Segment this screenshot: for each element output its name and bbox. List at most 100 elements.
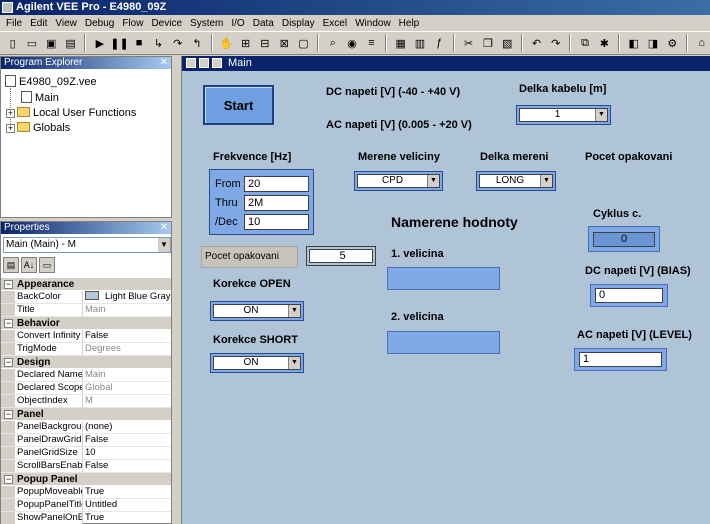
instrument-icon[interactable]: ⊞: [237, 34, 254, 52]
menu-excel[interactable]: Excel: [319, 18, 351, 29]
bug-icon[interactable]: ✱: [596, 34, 613, 52]
menu-file[interactable]: File: [2, 18, 26, 29]
collapse-icon[interactable]: −: [4, 475, 13, 484]
category-popup-panel[interactable]: − Popup Panel: [1, 473, 171, 486]
category-appearance[interactable]: − Appearance: [1, 278, 171, 291]
hand-icon[interactable]: ✋: [218, 34, 235, 52]
menu-flow[interactable]: Flow: [118, 18, 147, 29]
formula-icon[interactable]: ƒ: [431, 34, 448, 52]
stop-icon[interactable]: ■: [130, 34, 147, 52]
object-selector[interactable]: Main (Main) - M ▼: [3, 237, 171, 253]
collapse-icon[interactable]: −: [4, 319, 13, 328]
property-row[interactable]: Declared Name Main: [1, 369, 171, 382]
property-row[interactable]: PopupMoveable True: [1, 486, 171, 499]
align-icon[interactable]: ⧉: [576, 34, 593, 52]
chevron-down-icon[interactable]: ▼: [427, 175, 439, 187]
categorized-icon[interactable]: ▤: [3, 257, 19, 273]
start-button[interactable]: Start: [203, 85, 274, 125]
property-row[interactable]: PopupPanelTitle Untitled: [1, 499, 171, 512]
category-behavior[interactable]: − Behavior: [1, 317, 171, 330]
watch-icon[interactable]: ◉: [343, 34, 360, 52]
property-row[interactable]: ScrollBarsEnable False: [1, 460, 171, 473]
zoom-icon[interactable]: ⌕: [324, 34, 341, 52]
alphabetical-icon[interactable]: A↓: [21, 257, 37, 273]
menu-data[interactable]: Data: [249, 18, 278, 29]
property-row[interactable]: Title Main: [1, 304, 171, 317]
menu-display[interactable]: Display: [278, 18, 319, 29]
category-design[interactable]: − Design: [1, 356, 171, 369]
measurement-length-select[interactable]: LONG ▼: [476, 171, 556, 191]
ac-level-field[interactable]: 1: [579, 352, 662, 367]
expand-icon[interactable]: +: [6, 109, 15, 118]
from-field[interactable]: 20: [244, 176, 309, 192]
close-icon[interactable]: ✕: [160, 57, 168, 69]
property-row[interactable]: PanelDrawGrid False: [1, 434, 171, 447]
step-over-icon[interactable]: ↷: [169, 34, 186, 52]
panel-view-icon[interactable]: ◧: [625, 34, 642, 52]
property-row[interactable]: BackColor Light Blue Gray: [1, 291, 171, 304]
new-icon[interactable]: ▯: [4, 34, 21, 52]
print-icon[interactable]: ▤: [62, 34, 79, 52]
undo-icon[interactable]: ↶: [528, 34, 545, 52]
tree-item-local-user-functions[interactable]: + Local User Functions: [6, 107, 136, 119]
collapse-icon[interactable]: −: [4, 280, 13, 289]
dec-field[interactable]: 10: [244, 214, 309, 230]
variable-icon[interactable]: ≡: [363, 34, 380, 52]
open-icon[interactable]: ▭: [23, 34, 40, 52]
chevron-down-icon[interactable]: ▼: [157, 238, 170, 252]
copy-icon[interactable]: ❐: [479, 34, 496, 52]
menu-edit[interactable]: Edit: [26, 18, 51, 29]
repeat-count-field[interactable]: 5: [309, 249, 373, 263]
save-icon[interactable]: ▣: [43, 34, 60, 52]
paste-icon[interactable]: ▧: [499, 34, 516, 52]
property-row[interactable]: TrigMode Degrees: [1, 343, 171, 356]
menu-device[interactable]: Device: [147, 18, 186, 29]
chevron-down-icon[interactable]: ▼: [288, 305, 300, 317]
panel-view-icon[interactable]: [186, 58, 196, 68]
short-correction-select[interactable]: ON ▼: [210, 353, 304, 373]
property-row[interactable]: Convert Infinity t False: [1, 330, 171, 343]
property-row[interactable]: PanelGridSize 10: [1, 447, 171, 460]
chevron-down-icon[interactable]: ▼: [540, 175, 552, 187]
collapse-icon[interactable]: −: [4, 410, 13, 419]
window-menu-icon[interactable]: [212, 58, 222, 68]
measured-quantities-select[interactable]: CPD ▼: [354, 171, 443, 191]
menu-system[interactable]: System: [186, 18, 227, 29]
thru-field[interactable]: 2M: [244, 195, 309, 211]
property-row[interactable]: ShowPanelOnE True: [1, 512, 171, 524]
panel-icon[interactable]: ▥: [411, 34, 428, 52]
detail-view-icon[interactable]: [199, 58, 209, 68]
pause-icon[interactable]: ❚❚: [110, 34, 128, 52]
property-pages-icon[interactable]: ▭: [39, 257, 55, 273]
tree-root[interactable]: E4980_09Z.vee: [5, 75, 97, 88]
collapse-icon[interactable]: −: [4, 358, 13, 367]
chevron-down-icon[interactable]: ▼: [595, 109, 607, 121]
close-icon[interactable]: ✕: [160, 222, 168, 234]
category-panel[interactable]: − Panel: [1, 408, 171, 421]
property-row[interactable]: PanelBackgrour (none): [1, 421, 171, 434]
tree-item-main[interactable]: Main: [21, 91, 59, 104]
cable-length-select[interactable]: 1 ▼: [516, 105, 611, 125]
open-correction-select[interactable]: ON ▼: [210, 301, 304, 321]
cut-icon[interactable]: ✂: [460, 34, 477, 52]
menu-view[interactable]: View: [51, 18, 81, 29]
device-icon[interactable]: ⊠: [276, 34, 293, 52]
detail-view-icon[interactable]: ◨: [644, 34, 661, 52]
settings-icon[interactable]: ⚙: [664, 34, 681, 52]
property-row[interactable]: ObjectIndex M: [1, 395, 171, 408]
step-out-icon[interactable]: ↰: [188, 34, 205, 52]
chevron-down-icon[interactable]: ▼: [288, 357, 300, 369]
menu-debug[interactable]: Debug: [81, 18, 118, 29]
redo-icon[interactable]: ↷: [547, 34, 564, 52]
menu-io[interactable]: I/O: [227, 18, 248, 29]
menu-window[interactable]: Window: [351, 18, 395, 29]
step-into-icon[interactable]: ↳: [150, 34, 167, 52]
run-icon[interactable]: ▶: [91, 34, 108, 52]
monitor-icon[interactable]: ▢: [295, 34, 312, 52]
property-row[interactable]: Declared Scope Global: [1, 382, 171, 395]
tree-item-globals[interactable]: + Globals: [6, 122, 70, 134]
menu-help[interactable]: Help: [395, 18, 424, 29]
home-icon[interactable]: ⌂: [693, 34, 710, 52]
expand-icon[interactable]: +: [6, 124, 15, 133]
display-icon[interactable]: ▦: [392, 34, 409, 52]
